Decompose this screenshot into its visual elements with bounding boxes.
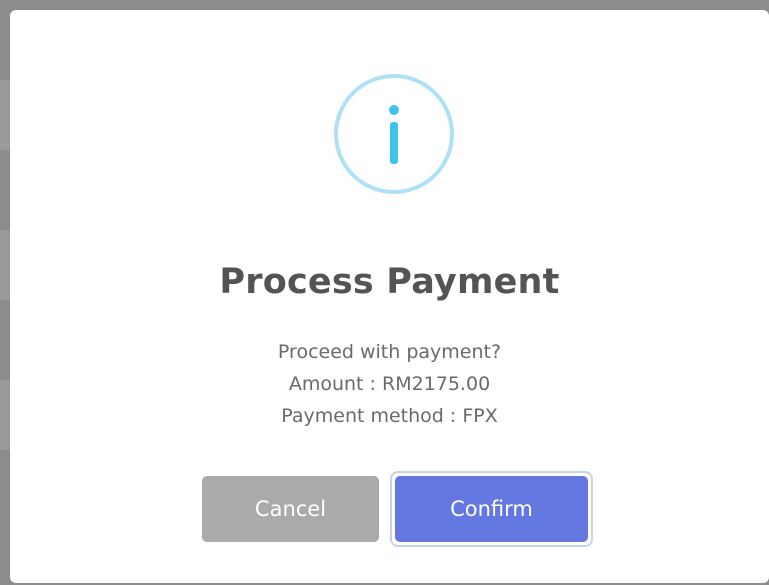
confirm-button[interactable]: Confirm — [395, 476, 588, 542]
dialog-message: Proceed with payment? Amount : RM2175.00… — [10, 336, 769, 432]
info-icon — [334, 74, 454, 194]
info-icon-dot — [389, 105, 399, 115]
message-line-amount: Amount : RM2175.00 — [288, 373, 491, 395]
info-icon-stem — [390, 122, 398, 164]
message-line-method: Payment method : FPX — [281, 405, 498, 427]
info-glyph — [338, 78, 450, 190]
payment-dialog: Process Payment Proceed with payment? Am… — [10, 10, 769, 583]
message-line-prompt: Proceed with payment? — [277, 341, 502, 363]
dialog-title: Process Payment — [219, 262, 560, 302]
cancel-button[interactable]: Cancel — [202, 476, 379, 542]
